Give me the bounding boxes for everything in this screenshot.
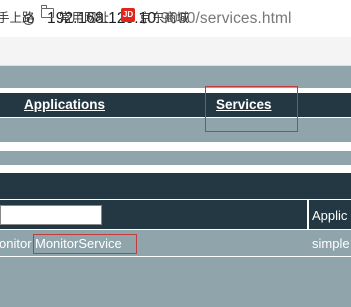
bookmark-partial[interactable]: 手上路 [0,7,35,26]
cell-prefix: onitor [0,236,32,251]
bookmark-jd[interactable]: 京东商城 [139,7,189,26]
cell-application: simple [312,236,350,251]
section-header [0,173,351,199]
column-header-application: Applic [312,208,348,223]
divider [0,165,351,173]
folder-icon [40,5,54,18]
nav-applications-link[interactable]: Applications [24,97,105,112]
services-highlight-box [205,86,298,132]
divider [0,256,351,257]
bookmarks-bar [0,37,351,66]
divider [0,142,351,151]
jd-logo-icon: JD [121,8,135,22]
bookmark-common-sites[interactable]: 常用网址 [59,7,109,26]
sub-bar [0,118,351,142]
filter-input[interactable] [0,205,102,225]
service-name-highlight-box [33,234,137,254]
url-path: /services.html [195,10,292,27]
